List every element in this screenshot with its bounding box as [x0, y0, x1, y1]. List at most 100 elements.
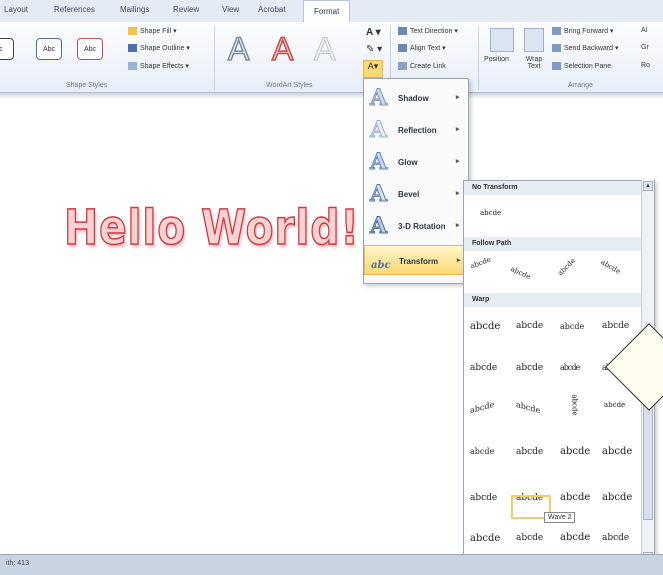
- wordart-style-1[interactable]: A: [271, 31, 294, 67]
- chevron-right-icon: ▸: [456, 158, 460, 165]
- tooltip: Wave 2: [544, 512, 576, 523]
- warp-option[interactable]: abcde: [602, 321, 629, 331]
- follow-path-circle[interactable]: abcde: [556, 257, 577, 278]
- warp-option[interactable]: abcde: [470, 493, 497, 503]
- menu-item-3d-rotation[interactable]: A 3-D Rotation ▸: [364, 211, 468, 241]
- warp-option[interactable]: abcde: [560, 363, 580, 372]
- arrange-label: Arrange: [568, 82, 593, 89]
- follow-path-arch-up[interactable]: abcde: [469, 256, 492, 271]
- follow-path-button[interactable]: abcde: [599, 258, 621, 276]
- shape-styles-label: Shape Styles: [66, 82, 108, 89]
- tab-format[interactable]: Format: [303, 0, 351, 22]
- wordart-style-0[interactable]: A: [227, 31, 250, 67]
- create-link-button[interactable]: Create Link: [398, 62, 446, 70]
- paint-bucket-icon: [128, 27, 137, 36]
- wordart-object[interactable]: Hello World!!: [63, 199, 379, 257]
- tab-layout[interactable]: Layout: [4, 5, 28, 14]
- group-button[interactable]: Gr: [641, 44, 649, 51]
- warp-option[interactable]: abcde: [470, 447, 494, 456]
- shape-style-swatch-1[interactable]: Abc: [36, 38, 62, 60]
- warp-option[interactable]: abcde: [470, 363, 497, 373]
- send-backward-button[interactable]: Send Backward ▾: [552, 44, 619, 53]
- scroll-up-icon[interactable]: ▲: [643, 181, 653, 191]
- effects-icon: [128, 62, 137, 71]
- warp-option[interactable]: abcde: [560, 446, 590, 457]
- text-direction-button[interactable]: Text Direction ▾: [398, 27, 458, 36]
- warp-option[interactable]: abcde: [470, 400, 494, 415]
- shape-effects-button[interactable]: Shape Effects ▾: [128, 62, 189, 71]
- menu-item-shadow[interactable]: A Shadow ▸: [364, 83, 468, 113]
- rotate-button[interactable]: Ro: [641, 62, 650, 69]
- separator: [214, 26, 215, 90]
- warp-option[interactable]: abcde: [602, 446, 632, 457]
- warp-option[interactable]: abcde: [470, 533, 500, 544]
- shape-style-swatch-2[interactable]: Abc: [77, 38, 103, 60]
- warp-option[interactable]: abcde: [602, 492, 632, 503]
- selection-pane-button[interactable]: Selection Pane: [552, 62, 611, 70]
- text-effects-menu: A Shadow ▸ A Reflection ▸ A Glow ▸ A Bevel ▸…: [363, 78, 469, 284]
- chevron-right-icon: ▸: [456, 190, 460, 197]
- warp-option[interactable]: abcde: [602, 533, 629, 543]
- shape-fill-button[interactable]: Shape Fill ▾: [128, 27, 177, 36]
- wordart-styles-label: WordArt Styles: [266, 82, 313, 89]
- follow-path-arch-down[interactable]: abcde: [509, 265, 532, 281]
- menu-item-transform[interactable]: abc Transform ▸: [364, 245, 468, 275]
- rotation-icon: A: [369, 213, 388, 239]
- warp-header: Warp: [464, 293, 642, 307]
- position-icon[interactable]: [490, 28, 514, 52]
- no-transform-option[interactable]: abcde: [480, 209, 501, 217]
- follow-path-header: Follow Path: [464, 237, 642, 251]
- chevron-right-icon: ▸: [456, 94, 460, 101]
- tab-acrobat[interactable]: Acrobat: [258, 5, 286, 14]
- reflection-icon: A: [369, 117, 388, 143]
- align-text-button[interactable]: Align Text ▾: [398, 44, 446, 53]
- warp-option[interactable]: abcde: [604, 401, 625, 409]
- warp-option[interactable]: abcde: [516, 447, 543, 457]
- ruler-shadow: [0, 93, 663, 99]
- shadow-icon: A: [369, 85, 388, 111]
- bring-forward-icon: [552, 27, 561, 36]
- menu-item-reflection[interactable]: A Reflection ▸: [364, 115, 468, 145]
- tab-review[interactable]: Review: [173, 5, 199, 14]
- warp-option[interactable]: abcde: [516, 533, 543, 543]
- separator: [478, 26, 479, 90]
- menu-item-bevel[interactable]: A Bevel ▸: [364, 179, 468, 209]
- pencil-icon: [128, 44, 137, 53]
- bring-forward-button[interactable]: Bring Forward ▾: [552, 27, 613, 36]
- text-effects-button[interactable]: A▾: [363, 60, 383, 78]
- wrap-text-icon[interactable]: [524, 28, 544, 52]
- warp-option[interactable]: abcde: [516, 400, 540, 415]
- warp-option[interactable]: abcde: [470, 321, 500, 332]
- no-transform-header: No Transform: [464, 181, 642, 195]
- wrap-text-button[interactable]: Wrap Text: [522, 56, 546, 70]
- align-button[interactable]: Al: [641, 27, 647, 34]
- warp-option[interactable]: abcde: [516, 363, 543, 373]
- selection-pane-icon: [552, 62, 561, 70]
- send-backward-icon: [552, 44, 561, 53]
- chevron-right-icon: ▸: [456, 222, 460, 229]
- warp-option[interactable]: abcde: [571, 394, 579, 415]
- status-text: ith: 413: [6, 560, 29, 567]
- warp-option[interactable]: abcde: [560, 322, 584, 331]
- wordart-style-2[interactable]: A: [313, 32, 335, 67]
- warp-option[interactable]: abcde: [516, 321, 543, 331]
- text-outline-button[interactable]: ✎ ▾: [366, 44, 382, 55]
- shape-outline-button[interactable]: Shape Outline ▾: [128, 44, 190, 53]
- tab-references[interactable]: References: [54, 5, 95, 14]
- ribbon-tabs: Layout References Mailings Review View A…: [0, 0, 663, 23]
- tab-view[interactable]: View: [222, 5, 239, 14]
- menu-item-glow[interactable]: A Glow ▸: [364, 147, 468, 177]
- ribbon: c Abc Abc Shape Fill ▾ Shape Outline ▾ S…: [0, 22, 663, 93]
- status-bar: ith: 413: [0, 554, 663, 575]
- align-icon: [398, 44, 407, 53]
- bevel-icon: A: [369, 181, 388, 207]
- chevron-right-icon: ▸: [457, 257, 461, 264]
- tab-mailings[interactable]: Mailings: [120, 5, 149, 14]
- warp-option[interactable]: abcde: [560, 532, 590, 543]
- text-fill-button[interactable]: A ▾: [366, 27, 381, 38]
- shape-style-swatch-0[interactable]: c: [0, 38, 14, 60]
- warp-option[interactable]: abcde: [560, 492, 590, 503]
- link-icon: [398, 62, 407, 70]
- text-direction-icon: [398, 27, 407, 36]
- position-button[interactable]: Position: [484, 56, 509, 63]
